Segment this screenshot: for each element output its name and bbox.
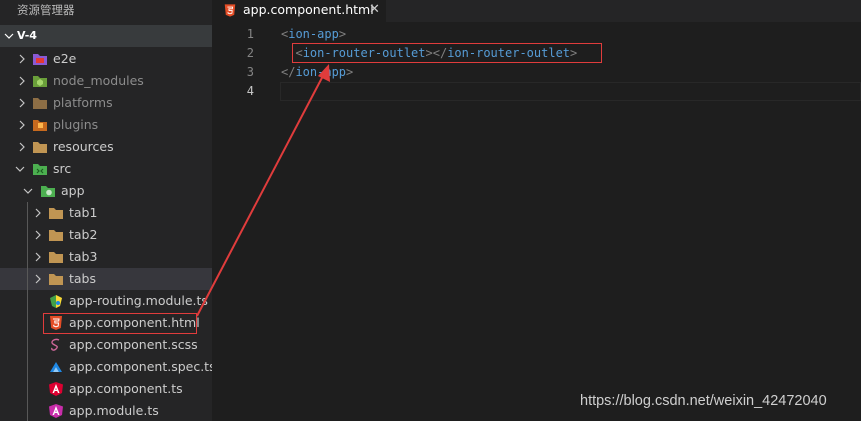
tree-item-label: app.component.scss (69, 337, 198, 352)
tree-item-label: plugins (53, 117, 99, 132)
line-number: 2 (246, 46, 254, 60)
tree-item-tab2[interactable]: tab2 (0, 224, 212, 246)
line-number: 1 (246, 27, 254, 41)
watermark: https://blog.csdn.net/weixin_42472040 (580, 393, 827, 409)
chevron-right-icon (35, 252, 41, 262)
current-line-highlight (280, 82, 861, 101)
folder-icon (33, 98, 47, 109)
sass-file-icon (51, 338, 60, 351)
line-number: 3 (246, 65, 254, 79)
chevron-down-icon (4, 33, 14, 39)
tree-item-app-component-spec[interactable]: app.component.spec.ts (0, 356, 212, 378)
code-editor[interactable]: 1 2 3 4 <ion-app> <ion-router-outlet></i… (212, 22, 861, 421)
chevron-right-icon (19, 76, 25, 86)
tree-item-label: app.component.spec.ts (69, 359, 212, 374)
code-line-1: <ion-app> (281, 25, 346, 44)
indent-guide (27, 202, 28, 421)
node-folder-icon (33, 76, 47, 87)
tree-item-label: node_modules (53, 73, 144, 88)
explorer-sidebar: 资源管理器 V-4 e2e node_modules platforms plu… (0, 0, 212, 421)
chevron-right-icon (19, 98, 25, 108)
tree-item-src[interactable]: src (0, 158, 212, 180)
close-icon[interactable]: ✕ (369, 0, 380, 20)
src-folder-icon (33, 164, 47, 175)
explorer-title: 资源管理器 (17, 3, 75, 17)
workspace-name: V-4 (17, 29, 37, 42)
folder-icon (33, 142, 47, 153)
tree-item-resources[interactable]: resources (0, 136, 212, 158)
tree-item-label: app.module.ts (69, 403, 159, 418)
editor-tab-bar: app.component.html ✕ (212, 0, 861, 22)
tree-item-label: tab3 (69, 249, 98, 264)
chevron-right-icon (35, 274, 41, 284)
spec-file-icon (50, 362, 62, 372)
tree-item-label: platforms (53, 95, 113, 110)
folder-icon (49, 208, 63, 219)
chevron-right-icon (35, 208, 41, 218)
tree-item-app-component-scss[interactable]: app.component.scss (0, 334, 212, 356)
tree-item-tab3[interactable]: tab3 (0, 246, 212, 268)
folder-icon (49, 252, 63, 263)
workspace-section-header[interactable]: V-4 (0, 25, 212, 47)
code-line-3: </ion-app> (281, 63, 353, 82)
tag-name: ion-app (288, 27, 339, 41)
chevron-right-icon (19, 142, 25, 152)
tree-item-label: resources (53, 139, 114, 154)
e2e-folder-icon (33, 54, 47, 65)
tag-name: ion-app (295, 65, 347, 79)
tree-item-label: app-routing.module.ts (69, 293, 208, 308)
annotation-box-code (292, 43, 602, 63)
tab-label: app.component.html (243, 2, 374, 17)
tree-item-app[interactable]: app (0, 180, 212, 202)
tree-item-label: tab2 (69, 227, 98, 242)
tree-item-e2e[interactable]: e2e (0, 48, 212, 70)
html5-file-icon (224, 4, 236, 17)
tree-item-plugins[interactable]: plugins (0, 114, 212, 136)
tree-item-tab1[interactable]: tab1 (0, 202, 212, 224)
bracket: > (346, 65, 354, 79)
file-tree: e2e node_modules platforms plugins resou… (0, 48, 212, 421)
bracket: > (338, 27, 347, 41)
tree-item-label: app (61, 183, 85, 198)
tree-item-app-component-ts[interactable]: app.component.ts (0, 378, 212, 400)
folder-icon (49, 230, 63, 241)
annotation-box-file (43, 313, 197, 334)
tab-app-component-html[interactable]: app.component.html ✕ (212, 0, 386, 22)
tree-item-tabs[interactable]: tabs (0, 268, 212, 290)
chevron-right-icon (19, 54, 25, 64)
bracket: </ (281, 65, 296, 79)
angular-module-file-icon (49, 404, 63, 418)
chevron-down-icon (23, 188, 33, 194)
tree-item-label: tabs (69, 271, 97, 286)
tree-item-node-modules[interactable]: node_modules (0, 70, 212, 92)
tree-item-label: app.component.ts (69, 381, 183, 396)
app-folder-icon (41, 186, 55, 197)
tree-item-label: tab1 (69, 205, 98, 220)
tree-item-app-routing-module[interactable]: app-routing.module.ts (0, 290, 212, 312)
tree-item-platforms[interactable]: platforms (0, 92, 212, 114)
tree-item-app-module[interactable]: app.module.ts (0, 400, 212, 421)
folder-icon (49, 274, 63, 285)
angular-file-icon (49, 382, 63, 396)
chevron-right-icon (35, 230, 41, 240)
line-number: 4 (246, 84, 254, 98)
routing-file-icon (50, 295, 62, 308)
chevron-right-icon (19, 120, 25, 130)
tree-item-label: src (53, 161, 72, 176)
tree-item-label: e2e (53, 51, 77, 66)
plugins-folder-icon (33, 120, 47, 131)
chevron-down-icon (15, 166, 25, 172)
